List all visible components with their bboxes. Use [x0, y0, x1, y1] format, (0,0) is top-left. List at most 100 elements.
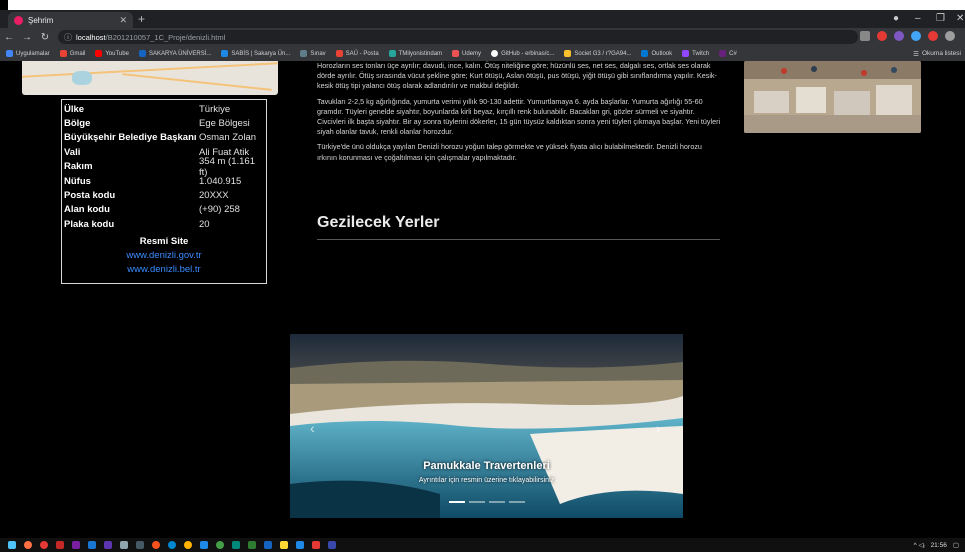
profile-icon[interactable]: ●: [893, 13, 899, 24]
bookmark-sakarya[interactable]: SAKARYA ÜNİVERSİ...: [138, 50, 211, 57]
bookmarks-bar: Uygulamalar Gmail YouTube SAKARYA ÜNİVER…: [0, 46, 965, 61]
article-paragraph: Türkiye'de ünü oldukça yayılan Denizli h…: [317, 142, 702, 162]
bookmark-sinav[interactable]: Sınav: [300, 50, 326, 57]
extension-icon-1[interactable]: [877, 31, 887, 41]
back-arrow-icon[interactable]: ←: [0, 32, 18, 43]
tab-sehrim[interactable]: Şehrim ✕: [8, 12, 133, 28]
url-path: /B201210057_1C_Proje/denizli.html: [105, 32, 226, 42]
info-value: Osman Zolan: [199, 132, 257, 144]
bookmark-udemy[interactable]: Udemy: [452, 50, 481, 57]
folder-icon: [564, 50, 572, 57]
carousel-indicator[interactable]: [469, 501, 485, 503]
taskbar-app-icon[interactable]: [312, 541, 320, 549]
avatar[interactable]: [945, 31, 955, 41]
carousel-next-button[interactable]: ›: [656, 420, 661, 436]
star-icon[interactable]: [860, 31, 870, 41]
map-road: [122, 73, 272, 91]
tray-clock[interactable]: 21:56: [931, 542, 947, 549]
city-infobox: Ülke Türkiye Bölge Ege Bölgesi Büyükşehir …: [61, 99, 267, 284]
bookmark-apps[interactable]: Uygulamalar: [6, 50, 50, 57]
taskbar-app-icon[interactable]: [264, 541, 272, 549]
page-content: Ülke Türkiye Bölge Ege Bölgesi Büyükşehir …: [0, 61, 965, 538]
info-key: Posta kodu: [64, 190, 116, 202]
reading-list-icon: ☰: [913, 50, 919, 58]
bookmark-societ[interactable]: Societ G3 / r?GA94...: [564, 50, 631, 57]
taskbar-app-icon[interactable]: [248, 541, 256, 549]
extension-icon-2[interactable]: [894, 31, 904, 41]
extension-icon-4[interactable]: [928, 31, 938, 41]
bookmark-tmilyonistindam[interactable]: TMilyonistindam: [388, 50, 442, 57]
favicon-icon: [14, 15, 23, 25]
sinav-icon: [300, 50, 308, 57]
forward-arrow-icon[interactable]: →: [18, 32, 36, 43]
taskbar-app-icon[interactable]: [72, 541, 80, 549]
folder-icon[interactable]: [280, 541, 288, 549]
info-value: 354 m (1.161 ft): [199, 155, 255, 178]
tab-close-icon[interactable]: ✕: [119, 15, 127, 26]
start-icon[interactable]: [8, 541, 16, 549]
info-value: 20: [199, 218, 210, 230]
info-row-nufus: Nüfus 1.040.915: [64, 174, 264, 188]
bookmark-twitch[interactable]: Twitch: [682, 50, 709, 57]
bookmark-github[interactable]: GitHub - erbinas/c...: [491, 50, 554, 57]
info-icon[interactable]: ⓘ: [64, 32, 72, 43]
carousel-indicators: [449, 501, 525, 503]
link-denizli-bel[interactable]: www.denizli.bel.tr: [64, 263, 264, 277]
carousel-indicator[interactable]: [449, 501, 465, 503]
bookmark-gmail[interactable]: Gmail: [59, 50, 85, 57]
tab-title: Şehrim: [28, 15, 54, 25]
notification-icon[interactable]: ▢: [953, 541, 959, 549]
new-tab-button[interactable]: +: [138, 12, 145, 26]
maximize-button[interactable]: ❐: [936, 13, 945, 24]
taskbar-app-icon[interactable]: [216, 541, 224, 549]
site-icon: [388, 50, 396, 57]
chrome-icon[interactable]: [184, 541, 192, 549]
address-bar[interactable]: ⓘ localhost /B201210057_1C_Proje/denizli…: [58, 30, 858, 44]
taskbar-app-icon[interactable]: [168, 541, 176, 549]
travertine-photo-image: [744, 61, 921, 133]
bookmark-outlook[interactable]: Outlook: [641, 50, 672, 57]
minimize-button[interactable]: –: [915, 13, 921, 24]
info-row-ulke: Ülke Türkiye: [64, 102, 264, 116]
image-carousel[interactable]: ‹ › Pamukkale Travertenleri Ayrıntılar i…: [290, 334, 683, 518]
system-tray: ^ ◁ᵢ 21:56 ▢: [914, 538, 959, 552]
bookmark-sabis[interactable]: SABİS | Sakarya Ün...: [221, 50, 290, 57]
carousel-prev-button[interactable]: ‹: [310, 420, 315, 436]
outlook-icon: [641, 50, 649, 57]
top-white-strip: [0, 0, 965, 10]
taskbar-app-icon[interactable]: [232, 541, 240, 549]
tray-icons[interactable]: ^ ◁ᵢ: [914, 541, 925, 549]
taskbar-app-icon[interactable]: [104, 541, 112, 549]
taskbar-app-icon[interactable]: [24, 541, 32, 549]
taskbar-app-icon[interactable]: [296, 541, 304, 549]
bookmark-csharp[interactable]: C#: [719, 50, 737, 57]
carousel-indicator[interactable]: [509, 501, 525, 503]
taskbar-app-icon[interactable]: [120, 541, 128, 549]
taskbar-app-icon[interactable]: [56, 541, 64, 549]
bookmark-youtube[interactable]: YouTube: [95, 50, 129, 57]
link-denizli-gov[interactable]: www.denizli.gov.tr: [64, 249, 264, 263]
taskbar-app-icon[interactable]: [88, 541, 96, 549]
address-row: ← → ↻ ⓘ localhost /B201210057_1C_Proje/d…: [0, 28, 965, 46]
twitch-icon: [682, 50, 690, 57]
github-icon: [491, 50, 499, 57]
reading-list-button[interactable]: ☰ Okuma listesi: [907, 46, 961, 61]
pamukkale-slide-image[interactable]: [290, 334, 683, 518]
info-key: Vali: [64, 146, 81, 158]
university-icon: [138, 50, 146, 57]
info-key: Büyükşehir Belediye Başkanı: [64, 132, 197, 144]
taskbar-app-icon[interactable]: [328, 541, 336, 549]
info-key: Bölge: [64, 118, 91, 130]
travertine-photo: [744, 61, 921, 133]
carousel-indicator[interactable]: [489, 501, 505, 503]
taskbar-app-icon[interactable]: [200, 541, 208, 549]
close-window-button[interactable]: ✕: [956, 13, 964, 24]
reload-icon[interactable]: ↻: [36, 32, 54, 43]
taskbar-app-icon[interactable]: [136, 541, 144, 549]
taskbar-app-icon[interactable]: [40, 541, 48, 549]
bookmark-sau-posta[interactable]: SAÜ - Posta: [335, 50, 379, 57]
section-divider: [317, 239, 720, 240]
taskbar-app-icon[interactable]: [152, 541, 160, 549]
sabis-icon: [221, 50, 229, 57]
extension-icon-3[interactable]: [911, 31, 921, 41]
